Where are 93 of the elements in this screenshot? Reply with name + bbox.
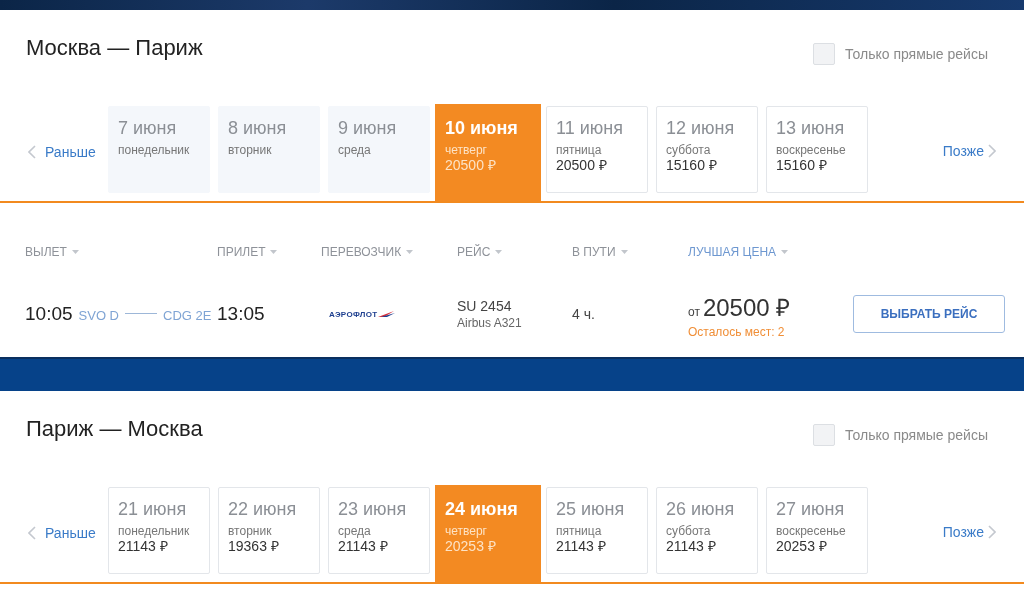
date-price: 21143 ₽ <box>118 538 169 554</box>
airport-code: CDG 2E <box>163 308 212 323</box>
date-label: 25 июня <box>556 498 626 520</box>
flight-price: 20500 ₽ <box>702 292 791 323</box>
date-tab[interactable]: 12 июня суббота 15160 ₽ <box>656 106 758 193</box>
route-line <box>125 313 157 315</box>
select-flight-button[interactable]: ВЫБРАТЬ РЕЙС <box>853 295 1005 333</box>
weekday-label: среда <box>338 524 372 538</box>
weekday-label: суббота <box>666 143 712 157</box>
flight-duration: 4 ч. <box>572 306 596 322</box>
date-tab[interactable]: 23 июня среда 21143 ₽ <box>328 487 430 574</box>
column-header[interactable]: ПРИЛЕТ <box>217 245 278 259</box>
date-price: 21143 ₽ <box>556 538 607 554</box>
chevron-right-icon <box>988 524 996 539</box>
weekday-label: пятница <box>556 524 603 538</box>
column-header[interactable]: РЕЙС <box>457 245 503 259</box>
column-header[interactable]: ПЕРЕВОЗЧИК <box>321 245 414 259</box>
wing-icon <box>378 310 397 318</box>
chevron-left-icon <box>28 525 36 540</box>
checkbox-label: Только прямые рейсы <box>845 46 988 62</box>
date-tab[interactable]: 22 июня вторник 19363 ₽ <box>218 487 320 574</box>
date-label: 8 июня <box>228 117 288 139</box>
date-price: 19363 ₽ <box>228 538 280 554</box>
date-label: 10 июня <box>445 117 519 139</box>
date-label: 13 июня <box>776 117 846 139</box>
date-tab[interactable]: 7 июня понедельник <box>108 106 210 193</box>
weekday-label: воскресенье <box>776 524 847 538</box>
checkbox-label: Только прямые рейсы <box>845 427 988 443</box>
weekday-label: понедельник <box>118 524 191 538</box>
caret-icon <box>495 250 503 254</box>
route-title: Москва — Париж <box>26 34 203 62</box>
date-tab[interactable]: 24 июня четверг 20253 ₽ <box>435 485 541 582</box>
column-header[interactable]: ЛУЧШАЯ ЦЕНА <box>688 245 789 259</box>
earlier-link[interactable]: Раньше <box>0 104 108 201</box>
caret-icon <box>71 250 79 254</box>
date-label: 22 июня <box>228 498 298 520</box>
date-label: 24 июня <box>445 498 519 520</box>
airline-logo: АЭРОФЛОТ <box>329 309 397 319</box>
seats-left: Осталось мест: 2 <box>688 324 786 339</box>
date-price: 21143 ₽ <box>666 538 717 554</box>
weekday-label: четверг <box>445 524 488 538</box>
flight-number: SU 2454 <box>457 298 513 314</box>
departure-time: 10:05 <box>25 303 73 325</box>
price-prefix: от <box>688 304 700 319</box>
weekday-label: вторник <box>228 143 273 157</box>
chevron-left-icon <box>28 144 36 159</box>
weekday-label: четверг <box>445 143 488 157</box>
date-tab[interactable]: 9 июня среда <box>328 106 430 193</box>
date-label: 11 июня <box>556 117 624 139</box>
date-price: 20253 ₽ <box>445 538 497 554</box>
date-tab[interactable]: 8 июня вторник <box>218 106 320 193</box>
date-tab[interactable]: 11 июня пятница 20500 ₽ <box>546 106 648 193</box>
date-price: 21143 ₽ <box>338 538 389 554</box>
arrival-time: 13:05 <box>217 303 266 325</box>
date-label: 9 июня <box>338 117 398 139</box>
caret-icon <box>406 250 414 254</box>
chevron-right-icon <box>988 143 996 158</box>
aircraft-type: Airbus A321 <box>457 316 523 330</box>
weekday-label: вторник <box>228 524 273 538</box>
date-price: 20253 ₽ <box>776 538 828 554</box>
checkbox[interactable] <box>813 43 836 65</box>
caret-icon <box>781 250 789 254</box>
airport-code: SVO D <box>78 308 119 323</box>
column-header[interactable]: ВЫЛЕТ <box>25 245 79 259</box>
date-label: 23 июня <box>338 498 408 520</box>
weekday-label: пятница <box>556 143 603 157</box>
date-price: 15160 ₽ <box>776 157 828 173</box>
date-price: 20500 ₽ <box>445 157 497 173</box>
caret-icon <box>270 250 278 254</box>
date-price: 15160 ₽ <box>666 157 718 173</box>
date-tab[interactable]: 10 июня четверг 20500 ₽ <box>435 104 541 201</box>
weekday-label: понедельник <box>118 143 191 157</box>
date-tab[interactable]: 13 июня воскресенье 15160 ₽ <box>766 106 868 193</box>
date-label: 21 июня <box>118 498 188 520</box>
date-label: 12 июня <box>666 117 736 139</box>
column-header[interactable]: В ПУТИ <box>572 245 628 259</box>
date-label: 7 июня <box>118 117 178 139</box>
date-label: 27 июня <box>776 498 846 520</box>
checkbox[interactable] <box>813 424 836 446</box>
date-tab[interactable]: 27 июня воскресенье 20253 ₽ <box>766 487 868 574</box>
weekday-label: воскресенье <box>776 143 847 157</box>
date-tab[interactable]: 25 июня пятница 21143 ₽ <box>546 487 648 574</box>
date-tab[interactable]: 26 июня суббота 21143 ₽ <box>656 487 758 574</box>
later-link[interactable]: Позже <box>942 483 1024 582</box>
date-tab[interactable]: 21 июня понедельник 21143 ₽ <box>108 487 210 574</box>
later-link[interactable]: Позже <box>942 102 1024 201</box>
date-price: 20500 ₽ <box>556 157 608 173</box>
earlier-link[interactable]: Раньше <box>0 485 108 582</box>
weekday-label: среда <box>338 143 372 157</box>
weekday-label: суббота <box>666 524 712 538</box>
route-title: Париж — Москва <box>26 415 203 443</box>
caret-icon <box>620 250 628 254</box>
date-label: 26 июня <box>666 498 736 520</box>
